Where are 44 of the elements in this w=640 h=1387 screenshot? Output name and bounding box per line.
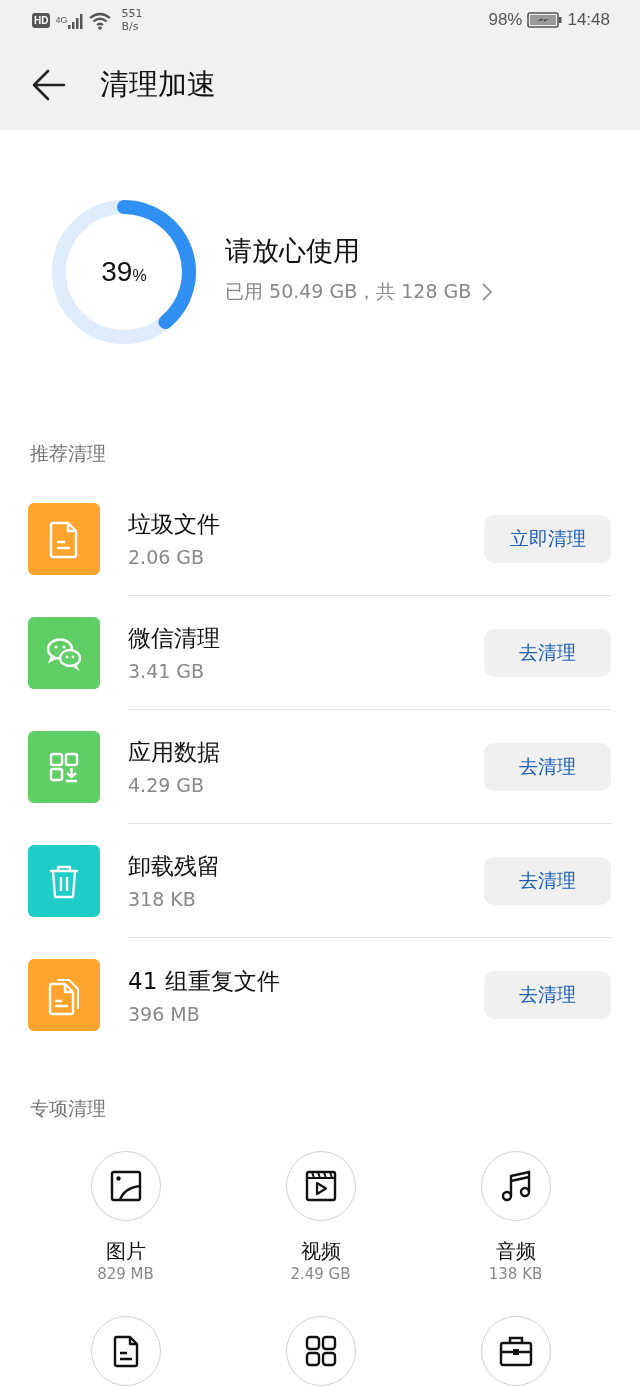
item-name: 垃圾文件 [128,510,220,539]
item-size: 3.41 GB [128,660,206,682]
item-size: 2.06 GB [128,546,206,568]
category-name: 图片 [105,1238,146,1264]
clean-item[interactable]: 垃圾文件 2.06 GB 立即清理 [0,482,640,596]
hd-badge: HD [32,12,51,28]
wifi-icon [88,10,113,30]
chevron-right-icon [481,282,494,302]
category-size: 2.49 GB [290,1264,351,1284]
clock: 14:48 [567,10,610,30]
clean-item[interactable]: 应用数据 4.29 GB 去清理 [0,710,640,824]
category-size: 138 KB [488,1264,543,1284]
section-title: 推荐清理 [30,441,107,466]
battery-icon [527,12,563,28]
item-name: 应用数据 [128,738,220,767]
clean-button[interactable]: 去清理 [484,856,611,905]
clean-button[interactable]: 立即清理 [484,514,611,563]
storage-status: 请放心使用 [225,234,361,268]
back-arrow-icon [32,68,66,102]
item-size: 396 MB [128,1002,201,1025]
clean-item[interactable]: 微信清理 3.41 GB 去清理 [0,596,640,710]
category-size: 829 MB [97,1264,154,1284]
clean-button[interactable]: 去清理 [484,971,611,1019]
section-title: 专项清理 [30,1096,107,1121]
category-name: 音频 [495,1238,536,1264]
battery-percent: 98% [488,10,523,30]
page-title: 清理加速 [100,66,216,103]
clean-button[interactable]: 去清理 [484,742,611,791]
speed-unit: B/s [121,20,140,33]
network-type: 4G [55,15,68,25]
item-size: 4.29 GB [128,774,206,796]
category-name: 视频 [300,1238,341,1264]
clean-item[interactable]: 41 组重复文件 396 MB 去清理 [0,938,640,1052]
percent-sign: % [132,267,147,285]
clean-item[interactable]: 卸载残留 318 KB 去清理 [0,824,640,938]
item-size: 318 KB [128,888,197,910]
usage-percent: 39 [101,256,133,288]
back-button[interactable] [32,68,66,102]
signal-icon [68,14,84,29]
network-speed: 551 [121,7,143,20]
clean-button[interactable]: 去清理 [484,628,611,677]
item-name: 卸载残留 [128,852,220,881]
item-name: 微信清理 [128,624,220,653]
item-name: 41 组重复文件 [128,966,280,996]
